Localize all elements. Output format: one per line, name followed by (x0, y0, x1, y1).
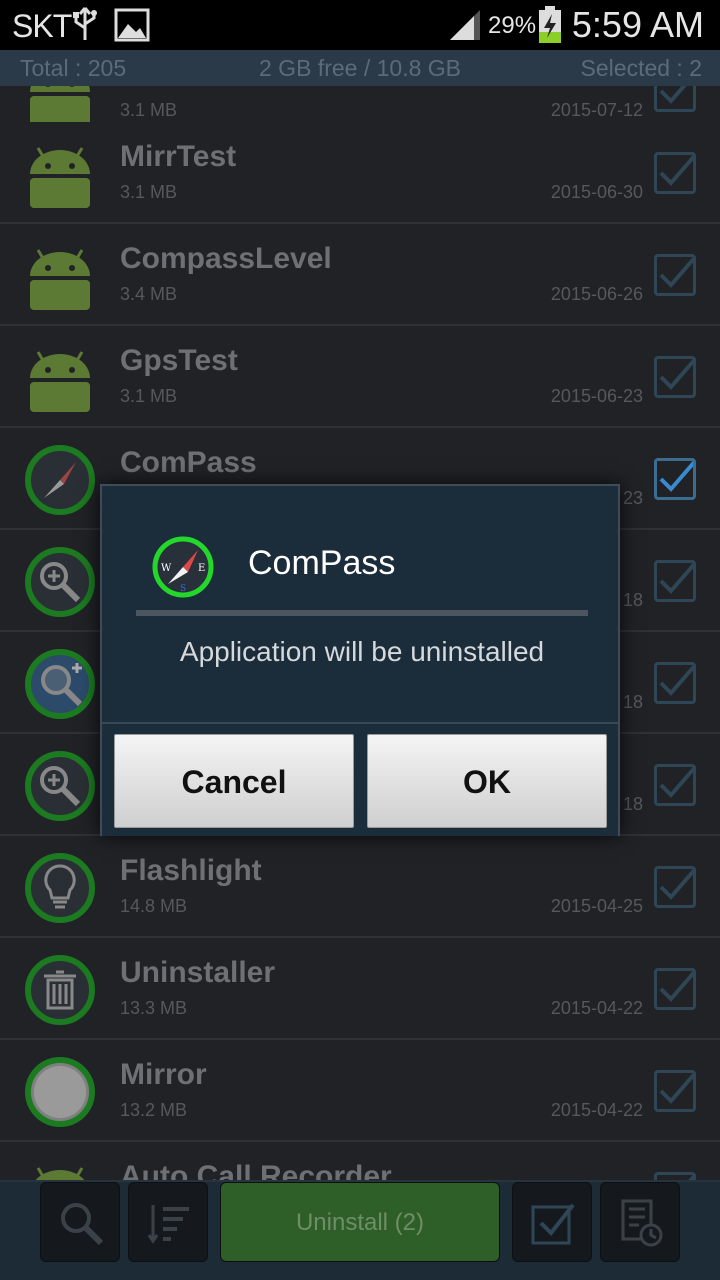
app-name: Flashlight (120, 854, 262, 887)
android-robot-icon (24, 138, 96, 210)
app-size: 14.8 MB (120, 896, 188, 916)
app-select-checkbox[interactable] (654, 253, 699, 296)
dialog-message: Application will be uninstalled (179, 636, 545, 667)
app-install-date: 2015-06-26 (550, 284, 643, 304)
cancel-button[interactable]: Cancel (114, 734, 354, 828)
app-install-date: 23 (622, 488, 643, 508)
search-icon (61, 1203, 104, 1246)
usb-icon (72, 6, 98, 47)
app-install-date: 2015-04-25 (550, 896, 643, 916)
svg-text:E: E (198, 563, 205, 574)
dialog-button-bar: Cancel OK (102, 722, 618, 836)
compass-icon: W E S (152, 536, 214, 598)
app-select-checkbox[interactable] (654, 661, 699, 704)
bottom-toolbar: Uninstall (2) (0, 1180, 720, 1280)
app-name: CompassLevel (120, 242, 332, 275)
image-notification-icon (114, 8, 150, 47)
uninstall-dialog: W E S ComPass Application will be uninstal… (100, 484, 620, 836)
sort-button[interactable] (128, 1182, 208, 1262)
trash-icon (24, 954, 96, 1026)
app-select-checkbox[interactable] (654, 865, 699, 908)
app-install-date: 18 (622, 692, 643, 712)
app-install-date: 2015-04-22 (550, 1100, 643, 1120)
dialog-divider (136, 610, 588, 616)
app-select-checkbox[interactable] (654, 1069, 699, 1112)
app-name: Auto Call Recorder (120, 1160, 392, 1180)
battery-charging-icon (538, 6, 562, 49)
app-size: 13.3 MB (120, 998, 188, 1018)
ok-button[interactable]: OK (367, 734, 607, 828)
app-select-checkbox[interactable] (654, 1171, 699, 1180)
app-list-item[interactable]: Mirror 13.2 MB 2015-04-22 (0, 1040, 720, 1142)
app-select-checkbox[interactable] (654, 967, 699, 1010)
app-name: Mirror (120, 1058, 207, 1091)
svg-text:S: S (180, 584, 186, 594)
magnifier-plus-icon (24, 648, 96, 720)
app-name: ComPass (120, 446, 257, 479)
magnifier-icon (24, 750, 96, 822)
lightbulb-icon (24, 852, 96, 924)
history-button[interactable] (600, 1182, 680, 1262)
app-install-date: 18 (622, 794, 643, 814)
svg-text:W: W (161, 563, 172, 574)
app-name: Uninstaller (120, 956, 276, 989)
clock: 5:59 AM (571, 4, 704, 45)
battery-percent: 29% (488, 12, 537, 39)
sort-icon (147, 1205, 189, 1244)
app-size: 3.1 MB (120, 100, 178, 120)
magnifier-icon (24, 546, 96, 618)
app-list-item[interactable]: Flashlight 14.8 MB 2015-04-25 (0, 836, 720, 938)
search-button[interactable] (40, 1182, 120, 1262)
android-robot-icon (24, 1158, 96, 1180)
app-size: 3.1 MB (120, 386, 178, 406)
app-select-checkbox[interactable] (654, 457, 699, 500)
history-list-icon (621, 1199, 663, 1247)
app-install-date: 18 (622, 590, 643, 610)
app-list-item[interactable]: GpsTest 3.1 MB 2015-06-23 (0, 326, 720, 428)
selected-count: Selected : 2 (580, 55, 702, 81)
app-root: SKT 29% 5:59 AM Total : 205 2 GB free / … (0, 0, 720, 1280)
signal-icon (448, 10, 482, 47)
app-install-date: 2015-06-30 (550, 182, 643, 202)
app-size: 13.2 MB (120, 1100, 188, 1120)
app-select-checkbox[interactable] (654, 355, 699, 398)
status-bar: SKT 29% 5:59 AM (0, 0, 720, 50)
app-select-checkbox[interactable] (654, 559, 699, 602)
app-name: GpsTest (120, 344, 238, 377)
app-list-item[interactable]: MirrTest 3.1 MB 2015-06-30 (0, 122, 720, 224)
android-robot-icon (24, 342, 96, 414)
uninstall-button[interactable]: Uninstall (2) (220, 1182, 500, 1262)
android-robot-icon (24, 240, 96, 312)
app-select-checkbox[interactable] (654, 86, 696, 112)
app-list-item[interactable]: Uninstaller 13.3 MB 2015-04-22 (0, 938, 720, 1040)
dialog-title: ComPass (248, 544, 396, 582)
select-all-button[interactable] (512, 1182, 592, 1262)
app-select-checkbox[interactable] (654, 763, 699, 806)
app-select-checkbox[interactable] (654, 151, 699, 194)
app-list-item[interactable]: Auto Call Recorder (0, 1142, 720, 1180)
compass-icon (24, 444, 96, 516)
app-install-date: 2015-06-23 (550, 386, 643, 406)
carrier-label: SKT (12, 8, 72, 44)
app-install-date: 2015-04-22 (550, 998, 643, 1018)
app-name: MirrTest (120, 140, 237, 173)
app-install-date: 2015-07-12 (550, 100, 643, 120)
app-size: 3.4 MB (120, 284, 178, 304)
mirror-icon (24, 1056, 96, 1128)
app-size: 3.1 MB (120, 182, 178, 202)
checkbox-icon (531, 1203, 575, 1245)
app-list-item[interactable]: CompassLevel 3.4 MB 2015-06-26 (0, 224, 720, 326)
summary-bar: Total : 205 2 GB free / 10.8 GB Selected… (0, 50, 720, 86)
